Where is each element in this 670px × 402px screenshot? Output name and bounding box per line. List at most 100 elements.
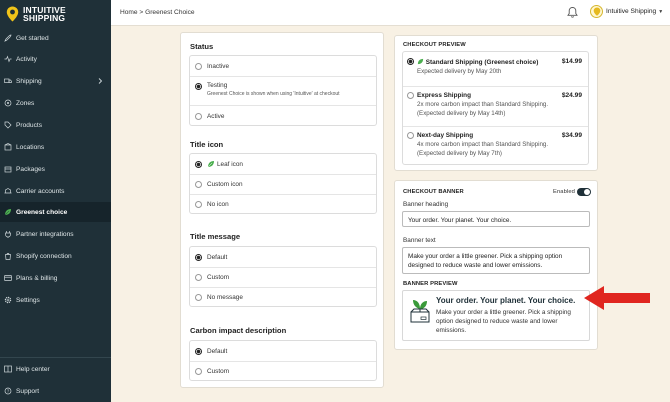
title-message-option-custom[interactable]: Custom [190, 267, 229, 287]
title-icon-option-none[interactable]: No icon [190, 194, 229, 214]
account-avatar [590, 5, 603, 18]
shipping-desc: 4x more carbon impact than Standard Ship… [417, 141, 582, 158]
shipping-desc-line2: (Expected delivery by May 7th) [417, 149, 502, 157]
gear-icon [4, 296, 12, 304]
radio-button[interactable] [195, 200, 202, 208]
option-label: Default [207, 347, 228, 355]
status-option-active[interactable]: Active [190, 106, 224, 126]
radio-button[interactable] [195, 180, 202, 188]
account-menu[interactable]: Intuitive Shipping ▼ [590, 5, 663, 18]
sidebar-item-activity[interactable]: Activity [0, 49, 111, 69]
option-label: Inactive [207, 62, 230, 70]
title-icon-option-leaf[interactable]: Leaf icon [190, 154, 243, 174]
radio-button-selected[interactable] [195, 253, 202, 261]
sidebar-item-locations[interactable]: Locations [0, 137, 111, 157]
leaf-box-icon [410, 300, 430, 323]
title-message-option-default[interactable]: Default [190, 247, 227, 267]
bell-icon[interactable] [566, 6, 579, 19]
red-arrow-annotation [584, 286, 650, 310]
status-option-inactive[interactable]: Inactive [190, 56, 229, 76]
help-icon [4, 365, 12, 373]
sidebar-item-label: Activity [16, 55, 37, 63]
sidebar-item-products[interactable]: Products [0, 115, 111, 135]
banner-heading-label: Banner heading [403, 201, 449, 208]
sidebar-item-label: Greenest choice [16, 208, 68, 216]
option-label: No message [207, 293, 243, 301]
sidebar-item-partner-integrations[interactable]: Partner integrations [0, 224, 111, 244]
title-icon-option-custom[interactable]: Custom icon [190, 174, 243, 194]
radio-button[interactable] [195, 273, 202, 281]
shipping-price: $14.99 [561, 58, 582, 65]
sidebar-item-label: Shopify connection [16, 252, 72, 260]
sidebar: INTUITIVE SHIPPING Get started Activity … [0, 0, 111, 402]
banner-heading-input[interactable]: Your order. Your planet. Your choice. [402, 211, 590, 227]
radio-button[interactable] [195, 293, 202, 301]
radio-button[interactable] [195, 112, 202, 120]
sidebar-item-label: Plans & billing [16, 274, 58, 282]
leaf-icon [417, 58, 424, 65]
option-label: Custom [207, 273, 230, 281]
checkout-preview-title: CHECKOUT PREVIEW [403, 42, 466, 48]
carbon-option-default[interactable]: Default [190, 341, 227, 361]
option-label: Testing [207, 82, 228, 89]
radio-button-selected[interactable] [195, 160, 202, 168]
shipping-option-standard[interactable]: Standard Shipping (Greenest choice) Expe… [403, 58, 588, 84]
radio-button-selected[interactable] [195, 347, 202, 355]
leaf-icon [4, 208, 12, 216]
tag-icon [4, 121, 12, 129]
shipping-name: Standard Shipping (Greenest choice) [425, 59, 539, 66]
breadcrumb[interactable]: Home > Greenest Choice [120, 9, 195, 16]
account-name: Intuitive Shipping [606, 8, 657, 15]
radio-button[interactable] [195, 367, 202, 375]
shipping-desc: Expected delivery by May 20th [417, 68, 502, 75]
sidebar-item-greenest-choice[interactable]: Greenest choice [0, 202, 111, 222]
status-title: Status [190, 42, 214, 51]
radio-button-selected[interactable] [407, 58, 414, 65]
sidebar-item-get-started[interactable]: Get started [0, 28, 111, 48]
sidebar-item-zones[interactable]: Zones [0, 93, 111, 113]
sidebar-item-settings[interactable]: Settings [0, 290, 111, 310]
leaf-icon [207, 161, 214, 168]
sidebar-item-carrier-accounts[interactable]: Carrier accounts [0, 181, 111, 201]
shipping-option-express[interactable]: Express Shipping 2x more carbon impact t… [403, 92, 588, 126]
settings-card: Status Inactive Testing Greenest Choice … [180, 32, 384, 388]
app-logo[interactable]: INTUITIVE SHIPPING [0, 0, 111, 28]
caret-down-icon: ▼ [658, 8, 664, 15]
carbon-impact-options: Default Custom [189, 340, 377, 381]
radio-button[interactable] [407, 92, 414, 99]
sidebar-item-support[interactable]: ? Support [0, 381, 111, 401]
shipping-name: Express Shipping [417, 92, 471, 99]
divider [403, 86, 588, 87]
radio-button[interactable] [407, 132, 414, 139]
shipping-option-next-day[interactable]: Next-day Shipping 4x more carbon impact … [403, 132, 588, 166]
sidebar-item-help-center[interactable]: Help center [0, 359, 111, 379]
account-logo-pin-icon [593, 7, 600, 16]
carbon-option-custom[interactable]: Custom [190, 361, 229, 381]
sidebar-item-label: Partner integrations [16, 230, 74, 238]
radio-button[interactable] [195, 62, 202, 70]
sidebar-item-label: Products [16, 121, 43, 129]
chevron-right-icon [98, 78, 103, 84]
shipping-desc-line1: 2x more carbon impact than Standard Ship… [417, 101, 549, 108]
sidebar-item-packages[interactable]: Packages [0, 159, 111, 179]
status-option-testing[interactable]: Testing Greenest Choice is shown when us… [190, 77, 340, 105]
sidebar-item-shipping[interactable]: Shipping [0, 71, 111, 91]
banner-text-input[interactable]: Make your order a little greener. Pick a… [402, 247, 590, 274]
divider [403, 126, 588, 127]
title-message-option-none[interactable]: No message [190, 287, 243, 307]
option-label: Default [207, 253, 228, 261]
sidebar-item-plans-billing[interactable]: Plans & billing [0, 268, 111, 288]
radio-button-selected[interactable] [195, 83, 202, 90]
title-icon-options: Leaf icon Custom icon No icon [189, 153, 377, 214]
banner-preview: Your order. Your planet. Your choice. Ma… [402, 290, 590, 341]
banner-enabled-toggle[interactable] [577, 188, 591, 196]
shipping-desc-line2: (Expected delivery by May 14th) [417, 109, 506, 117]
option-label: Custom icon [207, 180, 243, 188]
title-icon-title: Title icon [190, 140, 224, 149]
billing-icon [4, 274, 12, 282]
shipping-name-row: Standard Shipping (Greenest choice) [417, 58, 582, 66]
svg-text:?: ? [7, 389, 10, 394]
support-icon: ? [4, 387, 12, 395]
sidebar-item-shopify-connection[interactable]: Shopify connection [0, 246, 111, 266]
sidebar-divider [0, 357, 111, 358]
